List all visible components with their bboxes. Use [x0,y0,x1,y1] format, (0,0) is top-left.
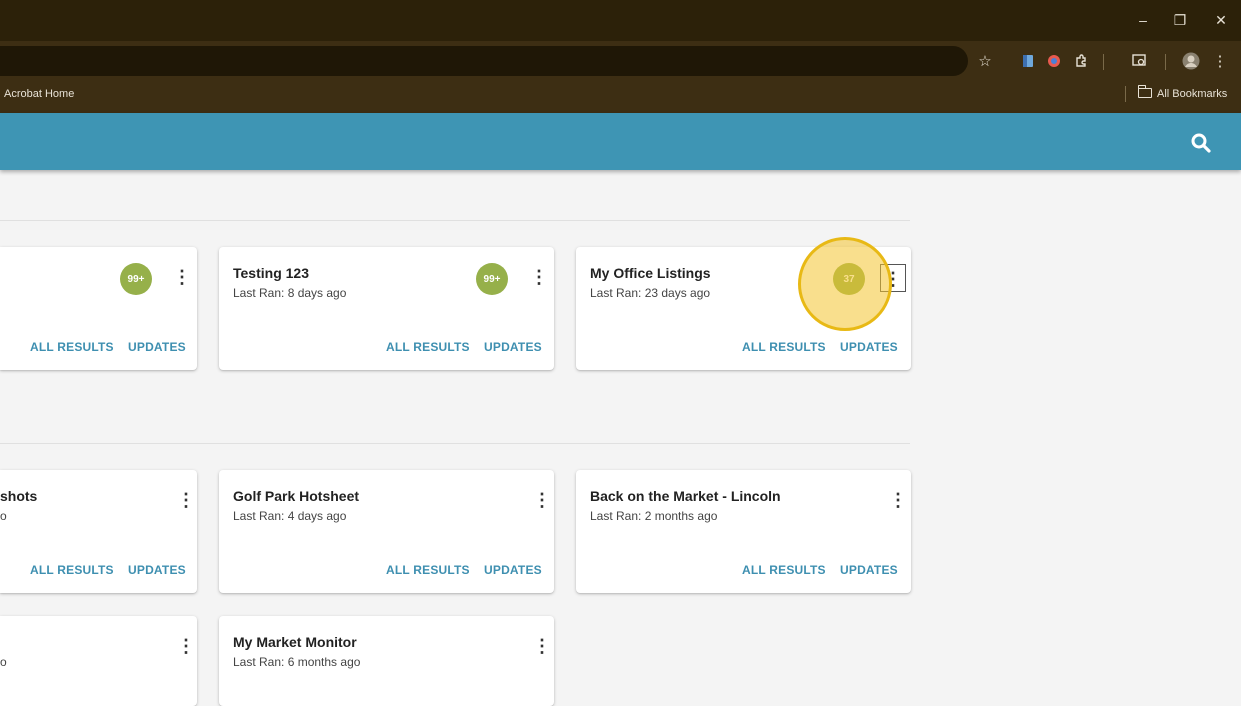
saved-search-card[interactable]: My Market Monitor Last Ran: 6 months ago… [219,616,554,706]
click-highlight-ring [798,237,892,331]
all-results-button[interactable]: ALL RESULTS [386,340,470,354]
profile-avatar-icon[interactable] [1182,52,1200,70]
saved-search-card[interactable]: Golf Park Hotsheet Last Ran: 4 days ago … [219,470,554,593]
saved-search-card[interactable]: Testing 123 Last Ran: 8 days ago 99+ ⋮ A… [219,247,554,370]
saved-search-card[interactable]: 99+ ⋮ ALL RESULTS UPDATES [0,247,197,370]
card-last-ran: Last Ran: 23 days ago [590,286,711,300]
toolbar-separator [1165,54,1166,70]
more-options-icon[interactable]: ⋮ [177,488,195,512]
result-count-badge: 99+ [120,263,152,295]
updates-button[interactable]: UPDATES [840,563,898,577]
card-last-ran: Last Ran: 8 days ago [233,286,347,300]
star-icon[interactable]: ☆ [976,52,994,70]
card-title: shots [0,488,38,504]
more-options-icon[interactable]: ⋮ [533,488,551,512]
saved-search-card[interactable]: shots o ⋮ ALL RESULTS UPDATES [0,470,197,593]
saved-search-card[interactable]: o ⋮ [0,616,197,706]
card-last-ran: Last Ran: 6 months ago [233,655,361,669]
card-title: Golf Park Hotsheet [233,488,360,504]
more-options-icon[interactable]: ⋮ [533,634,551,658]
more-options-icon[interactable]: ⋮ [177,634,195,658]
section-divider [0,220,910,221]
search-icon[interactable] [1189,131,1213,155]
all-bookmarks[interactable]: All Bookmarks [1157,88,1227,100]
result-count-badge: 99+ [476,263,508,295]
minimize-icon[interactable]: – [1131,10,1155,30]
extension-doc-icon[interactable] [1019,52,1037,70]
more-options-icon[interactable]: ⋮ [173,265,191,289]
close-icon[interactable]: ✕ [1209,10,1233,30]
updates-button[interactable]: UPDATES [484,563,542,577]
folder-icon [1137,85,1152,98]
all-results-button[interactable]: ALL RESULTS [386,563,470,577]
all-results-button[interactable]: ALL RESULTS [742,563,826,577]
more-options-icon[interactable]: ⋮ [889,488,907,512]
address-bar[interactable] [0,46,968,76]
bookmark-acrobat[interactable]: Acrobat Home [4,88,74,100]
app-header [0,113,1241,170]
card-title: Back on the Market - Lincoln [590,488,781,504]
browser-menu-icon[interactable]: ⋮ [1211,52,1229,70]
card-last-ran: Last Ran: 4 days ago [233,509,347,523]
section-divider [0,443,910,444]
card-title: Testing 123 [233,265,309,281]
card-last-ran: o [0,509,7,523]
tab-strip [0,0,1241,41]
extensions-puzzle-icon[interactable] [1072,52,1090,70]
browser-chrome: – ❐ ✕ ☆ ⋮ Acrobat Home All Bookmarks [0,0,1241,113]
tab-search-icon[interactable] [1130,52,1148,70]
all-results-button[interactable]: ALL RESULTS [30,340,114,354]
more-options-icon[interactable]: ⋮ [530,265,548,289]
updates-button[interactable]: UPDATES [840,340,898,354]
card-last-ran: o [0,655,7,669]
saved-search-card[interactable]: Back on the Market - Lincoln Last Ran: 2… [576,470,911,593]
bookmarks-separator [1125,86,1126,102]
toolbar-separator [1103,54,1104,70]
card-title: My Market Monitor [233,634,357,650]
updates-button[interactable]: UPDATES [484,340,542,354]
extension-round-icon[interactable] [1045,52,1063,70]
card-last-ran: Last Ran: 2 months ago [590,509,718,523]
all-results-button[interactable]: ALL RESULTS [742,340,826,354]
restore-icon[interactable]: ❐ [1168,10,1192,30]
card-title: My Office Listings [590,265,711,281]
updates-button[interactable]: UPDATES [128,563,186,577]
all-results-button[interactable]: ALL RESULTS [30,563,114,577]
updates-button[interactable]: UPDATES [128,340,186,354]
